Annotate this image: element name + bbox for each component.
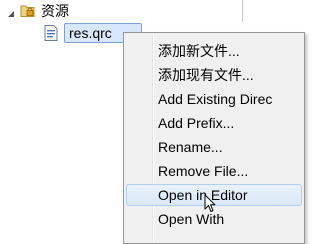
menu-item-add-existing-directory[interactable]: Add Existing Direc xyxy=(126,88,302,110)
menu-item-label: Remove File... xyxy=(158,163,249,179)
menu-item-label: 添加现有文件... xyxy=(158,67,254,83)
menu-item-rename[interactable]: Rename... xyxy=(126,136,302,158)
menu-item-label: Open in Editor xyxy=(158,187,248,203)
menu-item-label: Add Prefix... xyxy=(158,115,235,131)
menu-item-add-new-file[interactable]: 添加新文件... xyxy=(126,40,302,62)
mouse-pointer-icon xyxy=(204,194,216,214)
folder-lock-icon xyxy=(20,4,36,18)
menu-item-remove-file[interactable]: Remove File... xyxy=(126,160,302,182)
expanded-arrow-icon[interactable] xyxy=(6,6,16,17)
menu-item-add-prefix[interactable]: Add Prefix... xyxy=(126,112,302,134)
tree-guide-line xyxy=(242,0,243,22)
menu-item-label: 添加新文件... xyxy=(158,43,240,59)
menu-item-label: Rename... xyxy=(158,139,223,155)
menu-item-label: Add Existing Direc xyxy=(158,91,273,107)
folder-label: 资源 xyxy=(41,3,69,19)
menu-item-add-existing-files[interactable]: 添加现有文件... xyxy=(126,64,302,86)
qrc-file-icon xyxy=(44,25,58,41)
tree-item-resources-folder[interactable]: 资源 xyxy=(6,1,69,21)
